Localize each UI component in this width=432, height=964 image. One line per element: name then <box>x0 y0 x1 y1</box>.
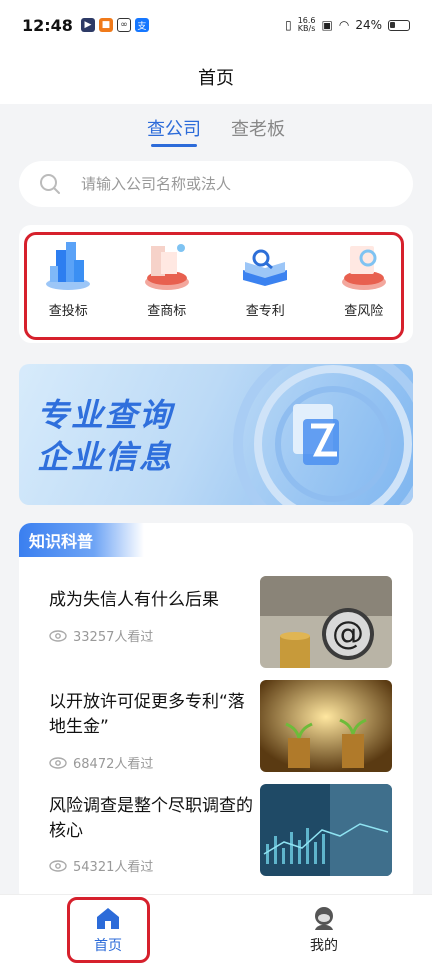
article-item[interactable]: 成为失信人有什么后果 33257人看过 @ <box>19 576 413 668</box>
nav-label: 我的 <box>310 937 338 954</box>
quick-action-label: 查商标 <box>147 304 187 319</box>
article-title: 以开放许可促更多专利“落地生金” <box>49 692 245 737</box>
banner-line-2: 企业信息 <box>37 438 174 476</box>
nav-profile[interactable]: 我的 <box>216 895 432 964</box>
views-count: 54321人看过 <box>73 860 154 875</box>
quick-action-bid[interactable]: 查投标 <box>28 236 108 319</box>
trademark-icon <box>144 244 189 290</box>
tab-boss[interactable]: 查老板 <box>231 115 285 147</box>
bid-icon <box>46 242 91 290</box>
eye-icon <box>49 859 67 872</box>
eye-icon <box>49 756 67 769</box>
tab-company[interactable]: 查公司 <box>147 115 201 147</box>
search-bar[interactable] <box>19 161 413 207</box>
quick-actions: 查投标 查商标 查专利 查风险 <box>19 236 413 319</box>
quick-action-label: 查风险 <box>344 304 384 319</box>
wifi-icon: ◠ <box>338 18 350 32</box>
quick-action-label: 查投标 <box>48 304 88 319</box>
vibrate-icon: ▯ <box>285 18 292 32</box>
views-count: 33257人看过 <box>73 630 154 645</box>
article-views: 33257人看过 <box>49 626 153 645</box>
profile-icon <box>315 906 333 930</box>
promo-banner[interactable]: 专业查询 企业信息 <box>19 364 413 505</box>
quick-action-label: 查专利 <box>245 304 285 319</box>
article-thumbnail: @ <box>260 576 392 668</box>
sim-icon: ▣ <box>321 18 333 32</box>
page-title: 首页 <box>198 68 234 89</box>
notification-icons: ▶ ■ ∞ 支 <box>80 18 149 32</box>
app-notification-icon: ▶ <box>80 18 95 32</box>
section-tag: 知识科普 <box>19 523 144 557</box>
article-title: 风险调查是整个尽职调查的核心 <box>49 796 253 841</box>
article-title: 成为失信人有什么后果 <box>49 590 219 610</box>
article-item[interactable]: 风险调查是整个尽职调查的核心 54321人看过 <box>19 784 413 876</box>
battery-percent: 24% <box>355 18 382 32</box>
search-tabs: 查公司 查老板 <box>0 115 432 147</box>
banner-line-1: 专业查询 <box>37 396 174 434</box>
article-thumbnail <box>260 680 392 772</box>
patent-icon <box>243 249 288 286</box>
home-nav-highlight <box>67 897 150 963</box>
app-notification-icon: ∞ <box>116 18 131 32</box>
article-thumbnail <box>260 784 392 876</box>
alipay-notification-icon: 支 <box>134 18 149 32</box>
quick-action-trademark[interactable]: 查商标 <box>127 236 207 319</box>
app-notification-icon: ■ <box>98 18 113 32</box>
article-views: 68472人看过 <box>49 753 153 772</box>
article-views: 54321人看过 <box>49 856 153 875</box>
page-header: 首页 <box>0 50 432 104</box>
status-indicators: ▯ 16.6 KB/s ▣ ◠ 24% <box>285 17 410 33</box>
section-title: 知识科普 <box>29 532 94 551</box>
risk-icon <box>341 246 386 290</box>
battery-icon <box>388 19 410 31</box>
knowledge-section: 知识科普 成为失信人有什么后果 33257人看过 @ 以开放许可促更多专利“落地… <box>19 523 413 903</box>
views-count: 68472人看过 <box>73 757 154 772</box>
banner-illustration <box>233 364 413 505</box>
banner-slogan: 专业查询 企业信息 <box>37 394 173 478</box>
search-icon <box>40 174 60 194</box>
quick-action-patent[interactable]: 查专利 <box>225 236 305 319</box>
svg-text:@: @ <box>332 614 364 652</box>
status-time: 12:48 <box>22 15 73 35</box>
bottom-nav: 首页 我的 <box>0 894 432 964</box>
search-input[interactable] <box>81 175 361 193</box>
status-bar: 12:48 ▶ ■ ∞ 支 ▯ 16.6 KB/s ▣ ◠ 24% <box>0 0 432 50</box>
article-item[interactable]: 以开放许可促更多专利“落地生金” 68472人看过 <box>19 680 413 772</box>
quick-action-risk[interactable]: 查风险 <box>324 236 404 319</box>
network-speed: 16.6 KB/s <box>297 16 316 33</box>
eye-icon <box>49 629 67 642</box>
